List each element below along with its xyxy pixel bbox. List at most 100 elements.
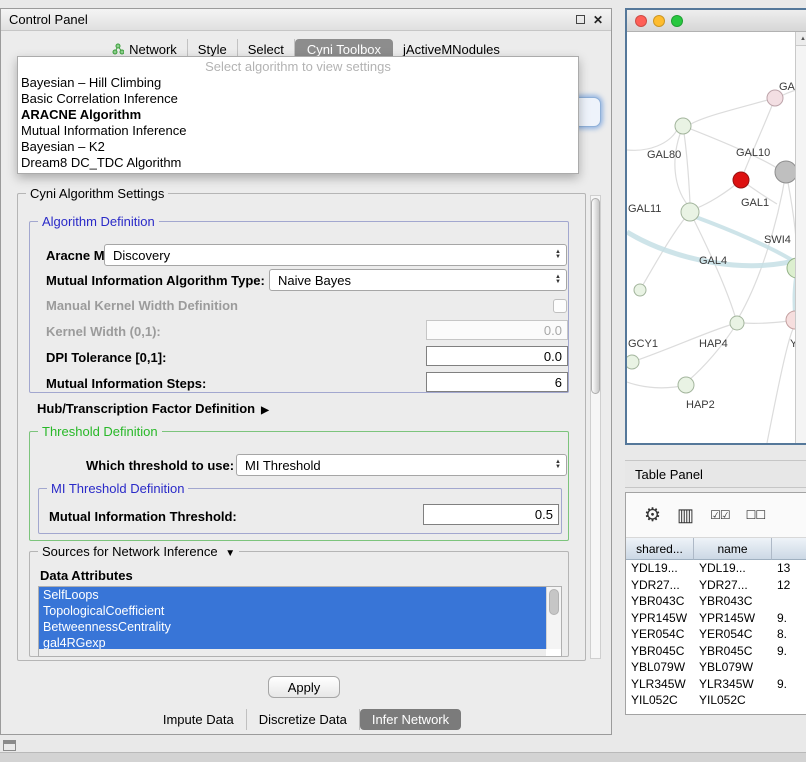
combo-stepper-icon: ▲▼ — [555, 460, 561, 470]
settings-scrollbar-thumb[interactable] — [591, 198, 600, 394]
table-settings-icon[interactable]: ⚙ — [644, 504, 661, 527]
dpi-tolerance-field[interactable]: 0.0 — [426, 346, 568, 366]
table-row[interactable]: YBR045CYBR045C9. — [626, 643, 806, 660]
close-traffic-icon[interactable] — [635, 15, 647, 27]
network-vscrollbar[interactable]: ▲ — [795, 32, 806, 443]
table-toolbar: ⚙ ▥ ☑☑ ☐☐ — [626, 493, 806, 538]
column-header[interactable]: name — [694, 538, 772, 560]
network-node[interactable] — [627, 355, 639, 369]
table-cell: YBR043C — [626, 594, 694, 608]
algorithm-option[interactable]: Bayesian – K2 — [18, 139, 578, 155]
collapse-arrow-icon[interactable]: ▼ — [225, 548, 235, 559]
network-edge — [683, 126, 690, 203]
table-cell: YPR145W — [626, 611, 694, 625]
table-cell: YIL052C — [626, 693, 694, 707]
mi-threshold-field[interactable]: 0.5 — [423, 504, 559, 525]
tab-impute-data[interactable]: Impute Data — [151, 709, 247, 730]
float-window-icon[interactable] — [576, 15, 585, 24]
apply-button[interactable]: Apply — [268, 676, 340, 698]
table-cell: YBR045C — [626, 644, 694, 658]
table-row[interactable]: YBL079WYBL079W — [626, 659, 806, 676]
aracne-mode-combo[interactable]: Discovery ▲▼ — [104, 244, 567, 266]
sources-group: Sources for Network Inference ▼ Data Att… — [29, 551, 569, 657]
network-edge — [627, 130, 677, 150]
network-window-titlebar[interactable] — [627, 10, 806, 32]
tab-infer-network[interactable]: Infer Network — [360, 709, 461, 730]
algorithm-option[interactable]: Dream8 DC_TDC Algorithm — [18, 155, 578, 171]
table-row[interactable]: YLR345WYLR345W9. — [626, 676, 806, 693]
table-cell: YDR27... — [694, 578, 772, 592]
control-panel-titlebar[interactable]: Control Panel ✕ — [1, 9, 611, 31]
manual-kernel-checkbox[interactable] — [553, 299, 567, 313]
sources-section-toggle[interactable]: Sources for Network Inference ▼ — [38, 544, 239, 561]
kernel-width-label: Kernel Width (0,1): — [46, 324, 161, 339]
table-row[interactable]: YDL19...YDL19...13 — [626, 560, 806, 577]
algorithm-option[interactable]: Basic Correlation Inference — [18, 91, 578, 107]
network-node[interactable] — [775, 161, 797, 183]
which-threshold-combo[interactable]: MI Threshold ▲▼ — [236, 454, 567, 476]
attribute-item[interactable]: BetweennessCentrality — [39, 619, 546, 635]
network-canvas-svg: GALGAL80GAL10GAL11GAL1SWI4GAL4GCY1HAP4YH… — [627, 32, 805, 443]
attributes-vscrollbar-thumb[interactable] — [549, 589, 559, 615]
attribute-item[interactable]: TopologicalCoefficient — [39, 603, 546, 619]
table-row[interactable]: YPR145WYPR145W9. — [626, 610, 806, 627]
minimize-traffic-icon[interactable] — [653, 15, 665, 27]
table-row[interactable]: YDR27...YDR27...12 — [626, 577, 806, 594]
combo-value: Discovery — [113, 248, 170, 263]
data-attributes-label: Data Attributes — [40, 568, 133, 583]
algorithm-option[interactable]: Mutual Information Inference — [18, 123, 578, 139]
table-row[interactable]: YBR043CYBR043C — [626, 593, 806, 610]
tab-label: Cyni Toolbox — [307, 42, 381, 57]
network-node[interactable] — [733, 172, 749, 188]
attribute-item[interactable]: SelfLoops — [39, 587, 546, 603]
attributes-hscrollbar[interactable] — [39, 649, 546, 656]
column-header[interactable] — [772, 538, 806, 560]
restore-panel-icon[interactable] — [3, 740, 16, 751]
network-canvas[interactable]: GALGAL80GAL10GAL11GAL1SWI4GAL4GCY1HAP4YH… — [627, 32, 806, 443]
network-node[interactable] — [730, 316, 744, 330]
attributes-vscrollbar[interactable] — [546, 587, 561, 649]
table-row[interactable]: YIL052CYIL052C — [626, 692, 806, 709]
network-node[interactable] — [634, 284, 646, 296]
tab-discretize-data[interactable]: Discretize Data — [247, 709, 360, 730]
data-attributes-listbox[interactable]: SelfLoopsTopologicalCoefficientBetweenne… — [38, 586, 562, 657]
node-label: GAL10 — [736, 147, 770, 159]
select-all-columns-icon[interactable]: ☑☑ — [710, 508, 730, 522]
table-cell: YDL19... — [626, 561, 694, 575]
algorithm-option[interactable]: Bayesian – Hill Climbing — [18, 75, 578, 91]
network-node[interactable] — [675, 118, 691, 134]
manual-kernel-label: Manual Kernel Width Definition — [46, 298, 238, 313]
table-cell: YBL079W — [626, 660, 694, 674]
network-node[interactable] — [681, 203, 699, 221]
table-cell: YDR27... — [626, 578, 694, 592]
algorithm-popup-list: Bayesian – Hill ClimbingBasic Correlatio… — [18, 75, 578, 171]
scroll-up-icon[interactable]: ▲ — [796, 32, 806, 46]
control-panel-window: Control Panel ✕ Network Style Select Cyn… — [0, 8, 612, 735]
settings-scrollbar[interactable] — [590, 195, 601, 659]
deselect-all-columns-icon[interactable]: ☐☐ — [746, 508, 766, 522]
mi-threshold-group: MI Threshold Definition Mutual Informati… — [38, 488, 562, 534]
combo-stepper-icon: ▲▼ — [555, 250, 561, 260]
kernel-width-field[interactable]: 0.0 — [426, 320, 568, 340]
table-panel-window: ⚙ ▥ ☑☑ ☐☐ shared...name YDL19...YDL19...… — [625, 492, 806, 715]
table-cell: 8. — [772, 627, 806, 641]
zoom-traffic-icon[interactable] — [671, 15, 683, 27]
mi-type-combo[interactable]: Naive Bayes ▲▼ — [269, 269, 567, 291]
mi-steps-label: Mutual Information Steps: — [46, 376, 206, 391]
node-label: SWI4 — [764, 234, 791, 246]
table-panel-title: Table Panel — [635, 467, 703, 482]
network-edge — [691, 98, 775, 124]
algorithm-placeholder: Select algorithm to view settings — [18, 59, 578, 75]
hub-definition-section[interactable]: Hub/Transcription Factor Definition▶ — [37, 401, 269, 416]
close-icon[interactable]: ✕ — [593, 14, 603, 26]
show-columns-icon[interactable]: ▥ — [677, 505, 694, 526]
table-panel-header: Table Panel — [625, 460, 806, 488]
table-cell: 13 — [772, 561, 806, 575]
mi-steps-field[interactable]: 6 — [426, 372, 568, 392]
table-row[interactable]: YER054CYER054C8. — [626, 626, 806, 643]
expand-arrow-icon[interactable]: ▶ — [261, 405, 269, 416]
table-cell: 9. — [772, 611, 806, 625]
algorithm-option[interactable]: ARACNE Algorithm — [18, 107, 578, 123]
column-header[interactable]: shared... — [626, 538, 694, 560]
network-node[interactable] — [678, 377, 694, 393]
